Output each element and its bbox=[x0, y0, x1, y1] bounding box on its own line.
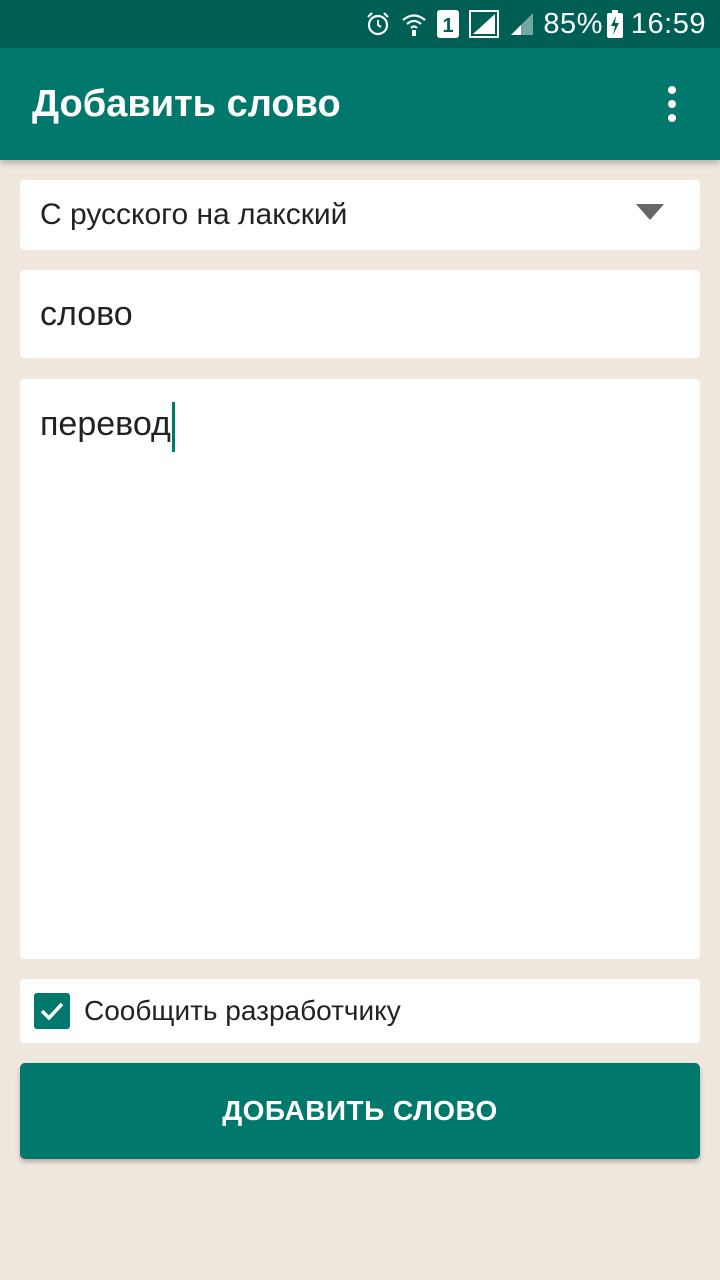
report-developer-row[interactable]: Сообщить разработчику bbox=[20, 979, 700, 1043]
dropdown-arrow-icon bbox=[636, 204, 664, 220]
overflow-dot bbox=[668, 100, 676, 108]
wifi-icon bbox=[401, 11, 427, 37]
word-input-value: слово bbox=[40, 294, 133, 333]
battery-charging-icon bbox=[606, 10, 623, 38]
report-developer-checkbox[interactable] bbox=[34, 993, 70, 1029]
sim-slot-number: 1 bbox=[443, 15, 454, 37]
direction-selected-value: С русского на лакский bbox=[40, 198, 348, 231]
page-title: Добавить слово bbox=[32, 82, 341, 125]
overflow-dot bbox=[668, 114, 676, 122]
text-cursor bbox=[171, 401, 175, 452]
status-bar: 1 85% 16:59 bbox=[0, 0, 720, 48]
translation-input[interactable]: перевод bbox=[20, 379, 700, 959]
report-developer-label: Сообщить разработчику bbox=[84, 995, 401, 1026]
clock: 16:59 bbox=[630, 7, 706, 40]
add-word-button[interactable]: ДОБАВИТЬ СЛОВО bbox=[20, 1063, 700, 1159]
checkmark-icon bbox=[40, 1002, 64, 1021]
word-input[interactable]: слово bbox=[20, 270, 700, 358]
signal-icon bbox=[469, 10, 500, 38]
alarm-icon bbox=[365, 11, 391, 37]
battery-percent: 85% bbox=[543, 7, 603, 40]
overflow-menu-icon[interactable] bbox=[652, 82, 692, 126]
signal-weak-icon bbox=[509, 11, 535, 37]
sim-1-icon: 1 bbox=[437, 10, 460, 38]
overflow-dot bbox=[668, 86, 676, 94]
translation-input-value: перевод bbox=[40, 405, 171, 443]
direction-dropdown[interactable]: С русского на лакский bbox=[20, 180, 700, 250]
app-bar: Добавить слово bbox=[0, 48, 720, 160]
